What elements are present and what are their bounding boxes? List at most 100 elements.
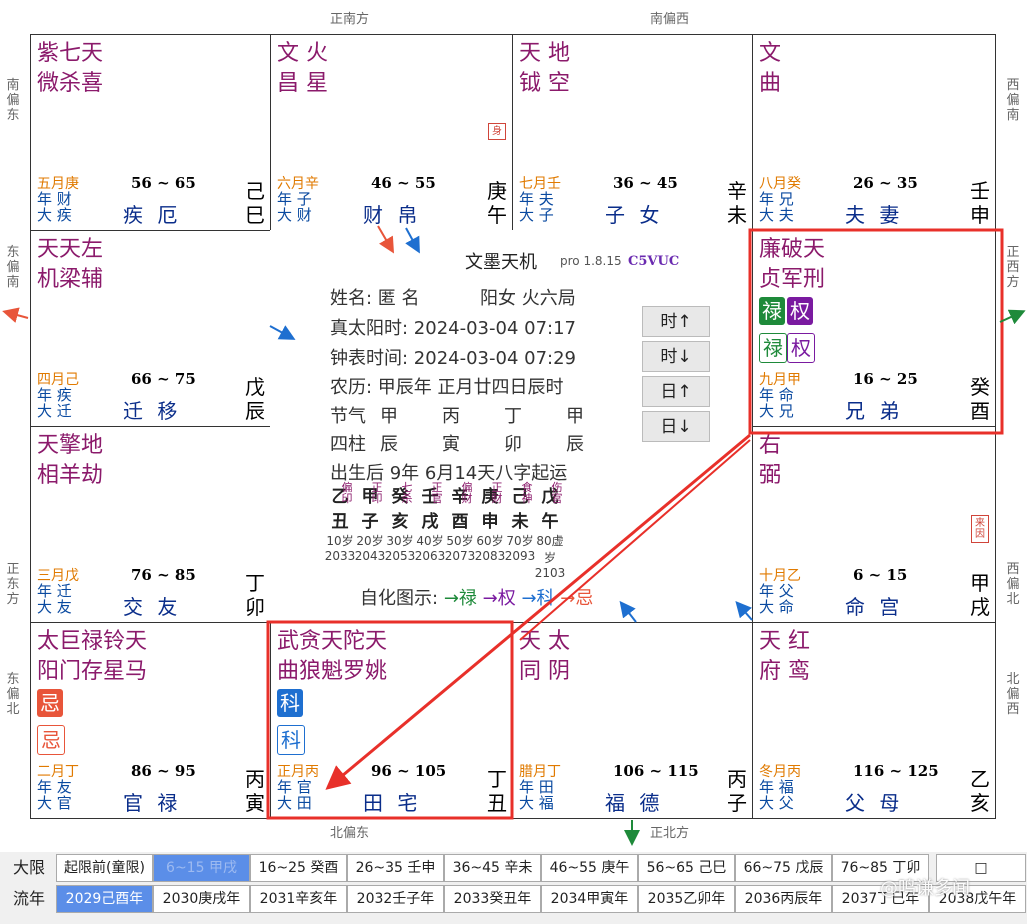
star-line: 同 阴 <box>519 659 570 684</box>
palace-name: 福 德 <box>605 791 664 815</box>
liunian-tab[interactable]: 2034甲寅年 <box>541 885 638 913</box>
liunian-tab[interactable]: 2029己酉年 <box>56 885 153 913</box>
palace-age-range: 26 ~ 35 <box>853 174 918 192</box>
palace-age-range: 66 ~ 75 <box>131 370 196 388</box>
app-version: pro 1.8.15 <box>560 254 622 268</box>
liunian-label: 流年 <box>12 889 45 908</box>
sihua-badge: 科 <box>277 689 303 717</box>
sihua-self-badge: 禄 <box>759 333 787 363</box>
palace-name: 迁 移 <box>123 399 182 423</box>
jieqi-label: 节气 <box>330 406 366 427</box>
palace-name: 父 母 <box>845 791 904 815</box>
palace-stars: 天 红府 鸾 <box>759 627 810 687</box>
jieqi-stem: 甲 <box>380 406 398 427</box>
direction-right-2: 正西方 <box>1006 245 1020 290</box>
dayun-age: 80虚岁 <box>536 534 564 565</box>
palace-zi[interactable]: 天 太同 阴腊月丁 106 ~ 115 年 田大 福福 德丙子 <box>512 622 753 819</box>
daxian-tab[interactable]: 16~25 癸酉 <box>250 854 347 882</box>
palace-decade-label: 大 福 <box>519 794 554 812</box>
daxian-tab[interactable]: 46~55 庚午 <box>541 854 638 882</box>
liunian-tab[interactable]: 2030庚戌年 <box>153 885 250 913</box>
palace-zhi: 午 <box>487 203 507 227</box>
palace-wu[interactable]: 文 火昌 星身六月辛 46 ~ 55 年 子大 财财 帛庚午 <box>270 34 513 231</box>
palace-chen[interactable]: 天天左 机梁辅 四月己 66 ~ 75 年 疾大 迁迁 移戊辰 <box>30 230 271 427</box>
liunian-tab[interactable]: 2031辛亥年 <box>250 885 347 913</box>
star-line: 天擎地 <box>37 433 104 458</box>
name-line: 姓名: 匿 名 <box>330 288 420 309</box>
daxian-tab[interactable]: 26~35 壬申 <box>347 854 444 882</box>
sihua-badge: 禄 <box>759 297 785 325</box>
palace-zhi: 子 <box>727 791 747 815</box>
palace-mao[interactable]: 天擎地 相羊劫 三月戊 76 ~ 85 年 迁大 友交 友丁卯 <box>30 426 271 623</box>
sihua-self-badge: 权 <box>787 333 815 363</box>
palace-zhi: 酉 <box>970 399 990 423</box>
dayun-year: 2103 <box>534 566 566 580</box>
palace-shen[interactable]: 文曲八月癸 26 ~ 35 年 兄大 夫夫 妻壬申 <box>752 34 996 231</box>
palace-age-range: 36 ~ 45 <box>613 174 678 192</box>
star-line: 紫七天 <box>37 41 104 66</box>
star-line: 阳门存星马 <box>37 659 148 684</box>
direction-left-1: 南偏东 <box>6 78 20 123</box>
palace-gan: 丙 <box>727 767 747 791</box>
direction-right-3: 西偏北 <box>1006 562 1020 607</box>
hour-up-button[interactable]: 时↑ <box>642 306 710 337</box>
palace-ganzhi: 乙亥 <box>969 767 991 815</box>
palace-decade-label: 大 田 <box>277 794 312 812</box>
hour-down-button[interactable]: 时↓ <box>642 341 710 372</box>
palace-decade-label: 大 官 <box>37 794 72 812</box>
sizhu-branch: 寅 <box>442 434 460 455</box>
palace-gan: 戊 <box>245 375 265 399</box>
daxian-tab[interactable]: 起限前(童限) <box>56 854 153 882</box>
direction-right-4: 北偏西 <box>1006 672 1020 717</box>
liunian-tab[interactable]: 2033癸丑年 <box>444 885 541 913</box>
palace-stars: 文 火昌 星 <box>277 39 328 99</box>
palace-decade-label: 大 友 <box>37 598 72 616</box>
palace-yin[interactable]: 太巨禄铃天 阳门存星马忌忌二月丁 86 ~ 95 年 友大 官官 禄丙寅 <box>30 622 271 819</box>
palace-hai[interactable]: 天 红府 鸾冬月丙 116 ~ 125 年 福大 父父 母乙亥 <box>752 622 996 819</box>
palace-chou[interactable]: 武贪天陀天 曲狼魁罗姚科科正月丙 96 ~ 105 年 官大 田田 宅丁丑 <box>270 622 513 819</box>
palace-name: 疾 厄 <box>123 203 182 227</box>
palace-wei[interactable]: 天 地钺 空七月壬 36 ~ 45 年 夫大 子子 女辛未 <box>512 34 753 231</box>
palace-mark: 身 <box>488 123 506 140</box>
sizhu-branch: 辰 <box>380 434 398 455</box>
daxian-tab[interactable]: 6~15 甲戌 <box>153 854 250 882</box>
day-up-button[interactable]: 日↑ <box>642 376 710 407</box>
liunian-tab[interactable]: 2036丙辰年 <box>735 885 832 913</box>
daxian-tab[interactable]: 36~45 辛未 <box>444 854 541 882</box>
daxian-tab[interactable]: 66~75 戊辰 <box>735 854 832 882</box>
star-line: 廉破天 <box>759 237 826 262</box>
palace-year-label: 年 子 <box>277 190 312 208</box>
palace-year-label: 年 友 <box>37 778 72 796</box>
palace-zhi: 亥 <box>970 791 990 815</box>
sihua-badge: 权 <box>787 297 813 325</box>
palace-xu[interactable]: 右弼来因 十月乙 6 ~ 15 年 父大 命命 宫甲戌 <box>752 426 996 623</box>
star-line: 天 红 <box>759 629 810 654</box>
daxian-tab[interactable]: 56~65 己巳 <box>638 854 735 882</box>
palace-year-label: 年 田 <box>519 778 554 796</box>
palace-stars: 天擎地 相羊劫 <box>37 431 103 491</box>
palace-stars: 廉破天 贞军刑 <box>759 235 825 295</box>
direction-left-4: 东偏北 <box>6 672 20 717</box>
palace-gan: 辛 <box>727 179 747 203</box>
star-line: 弼 <box>759 463 782 488</box>
palace-ganzhi: 丁卯 <box>244 571 266 619</box>
star-line: 天 地 <box>519 41 570 66</box>
palace-ganzhi: 辛未 <box>726 179 748 227</box>
direction-bottom-1: 北偏东 <box>330 826 370 841</box>
liunian-tab[interactable]: 2032壬子年 <box>347 885 444 913</box>
liunian-tab[interactable]: 2035乙卯年 <box>638 885 735 913</box>
app-title: 文墨天机 <box>465 252 537 273</box>
star-line: 府 鸾 <box>759 659 810 684</box>
palace-si[interactable]: 紫七天 微杀喜 五月庚 56 ~ 65 年 财大 疾疾 厄己巳 <box>30 34 271 231</box>
day-down-button[interactable]: 日↓ <box>642 411 710 442</box>
star-line: 贞军刑 <box>759 267 826 292</box>
palace-ganzhi: 癸酉 <box>969 375 991 423</box>
sihua-self-badge: 科 <box>277 725 305 755</box>
lunar-date: 农历: 甲辰年 正月廿四日辰时 <box>330 377 564 398</box>
legend: 自化图示: →禄 →权 →科 →忌 <box>360 584 593 610</box>
palace-stars: 天天左 机梁辅 <box>37 235 103 295</box>
palace-age-range: 76 ~ 85 <box>131 566 196 584</box>
liunian-row: 流年 2029己酉年 2030庚戌年 2031辛亥年 2032壬子年 2033癸丑年 20… <box>0 885 1027 915</box>
direction-bottom-2: 正北方 <box>650 826 690 841</box>
palace-you[interactable]: 廉破天 贞军刑禄权禄权九月甲 16 ~ 25 年 命大 兄兄 弟癸酉 <box>752 230 996 427</box>
